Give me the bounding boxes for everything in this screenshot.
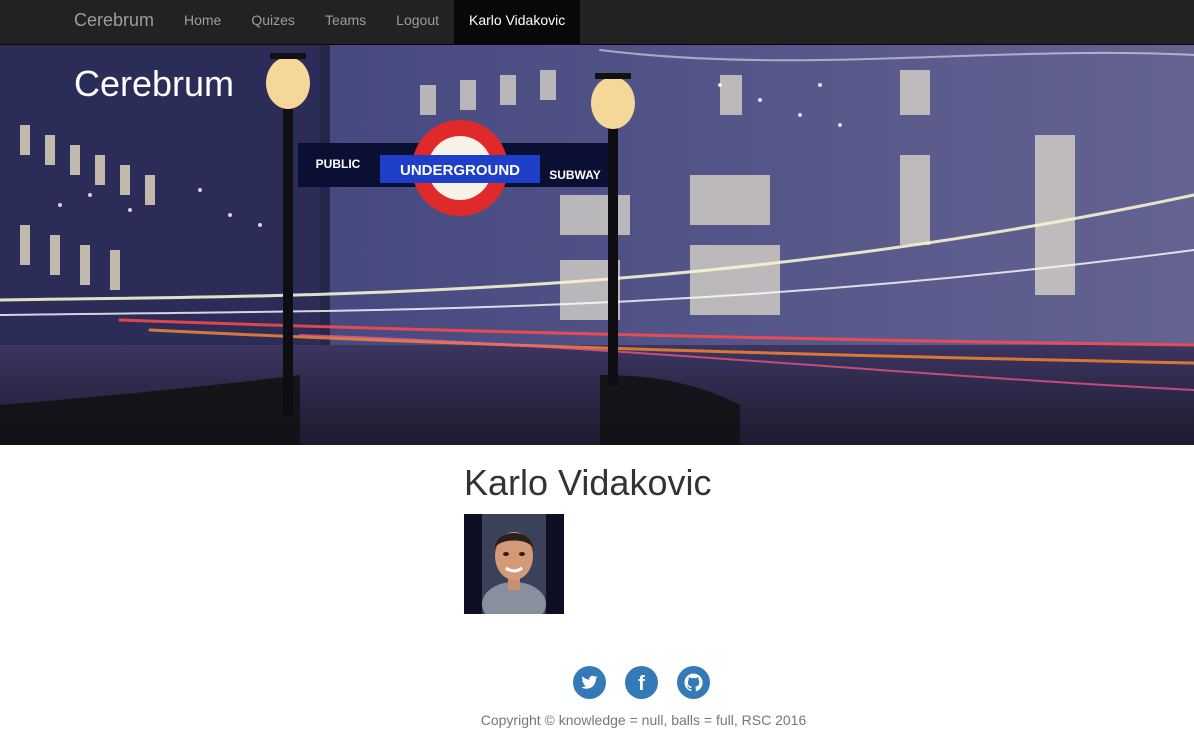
sign-left-text: PUBLIC bbox=[316, 157, 361, 171]
hero-banner: UNDERGROUND PUBLIC SUBWAY Cerebrum bbox=[0, 45, 1194, 445]
facebook-link[interactable]: f bbox=[625, 666, 658, 699]
twitter-icon bbox=[581, 675, 598, 689]
hero-background-image: UNDERGROUND PUBLIC SUBWAY bbox=[0, 45, 1194, 445]
nav-item-logout[interactable]: Logout bbox=[381, 0, 454, 45]
nav-item-teams[interactable]: Teams bbox=[310, 0, 381, 45]
facebook-icon: f bbox=[638, 673, 645, 695]
social-links: f bbox=[573, 666, 710, 699]
nav-item-user-profile[interactable]: Karlo Vidakovic bbox=[454, 0, 581, 45]
sign-center-text: UNDERGROUND bbox=[400, 162, 520, 179]
top-navbar: Cerebrum Home Quizes Teams Logout Karlo … bbox=[0, 0, 1194, 45]
profile-name: Karlo Vidakovic bbox=[464, 462, 712, 503]
facebook-glyph: f bbox=[638, 673, 645, 695]
avatar-photo bbox=[464, 514, 564, 614]
nav-item-home[interactable]: Home bbox=[169, 0, 236, 45]
avatar bbox=[464, 514, 564, 614]
navbar-brand[interactable]: Cerebrum bbox=[74, 0, 154, 45]
github-link[interactable] bbox=[677, 666, 710, 699]
nav-menu: Home Quizes Teams Logout Karlo Vidakovic bbox=[169, 0, 581, 45]
hero-title: Cerebrum bbox=[74, 63, 235, 104]
sign-right-text: SUBWAY bbox=[549, 168, 601, 182]
copyright-text: Copyright © knowledge = null, balls = fu… bbox=[480, 712, 807, 728]
github-icon bbox=[684, 673, 703, 692]
twitter-link[interactable] bbox=[573, 666, 606, 699]
nav-item-quizes[interactable]: Quizes bbox=[236, 0, 310, 45]
